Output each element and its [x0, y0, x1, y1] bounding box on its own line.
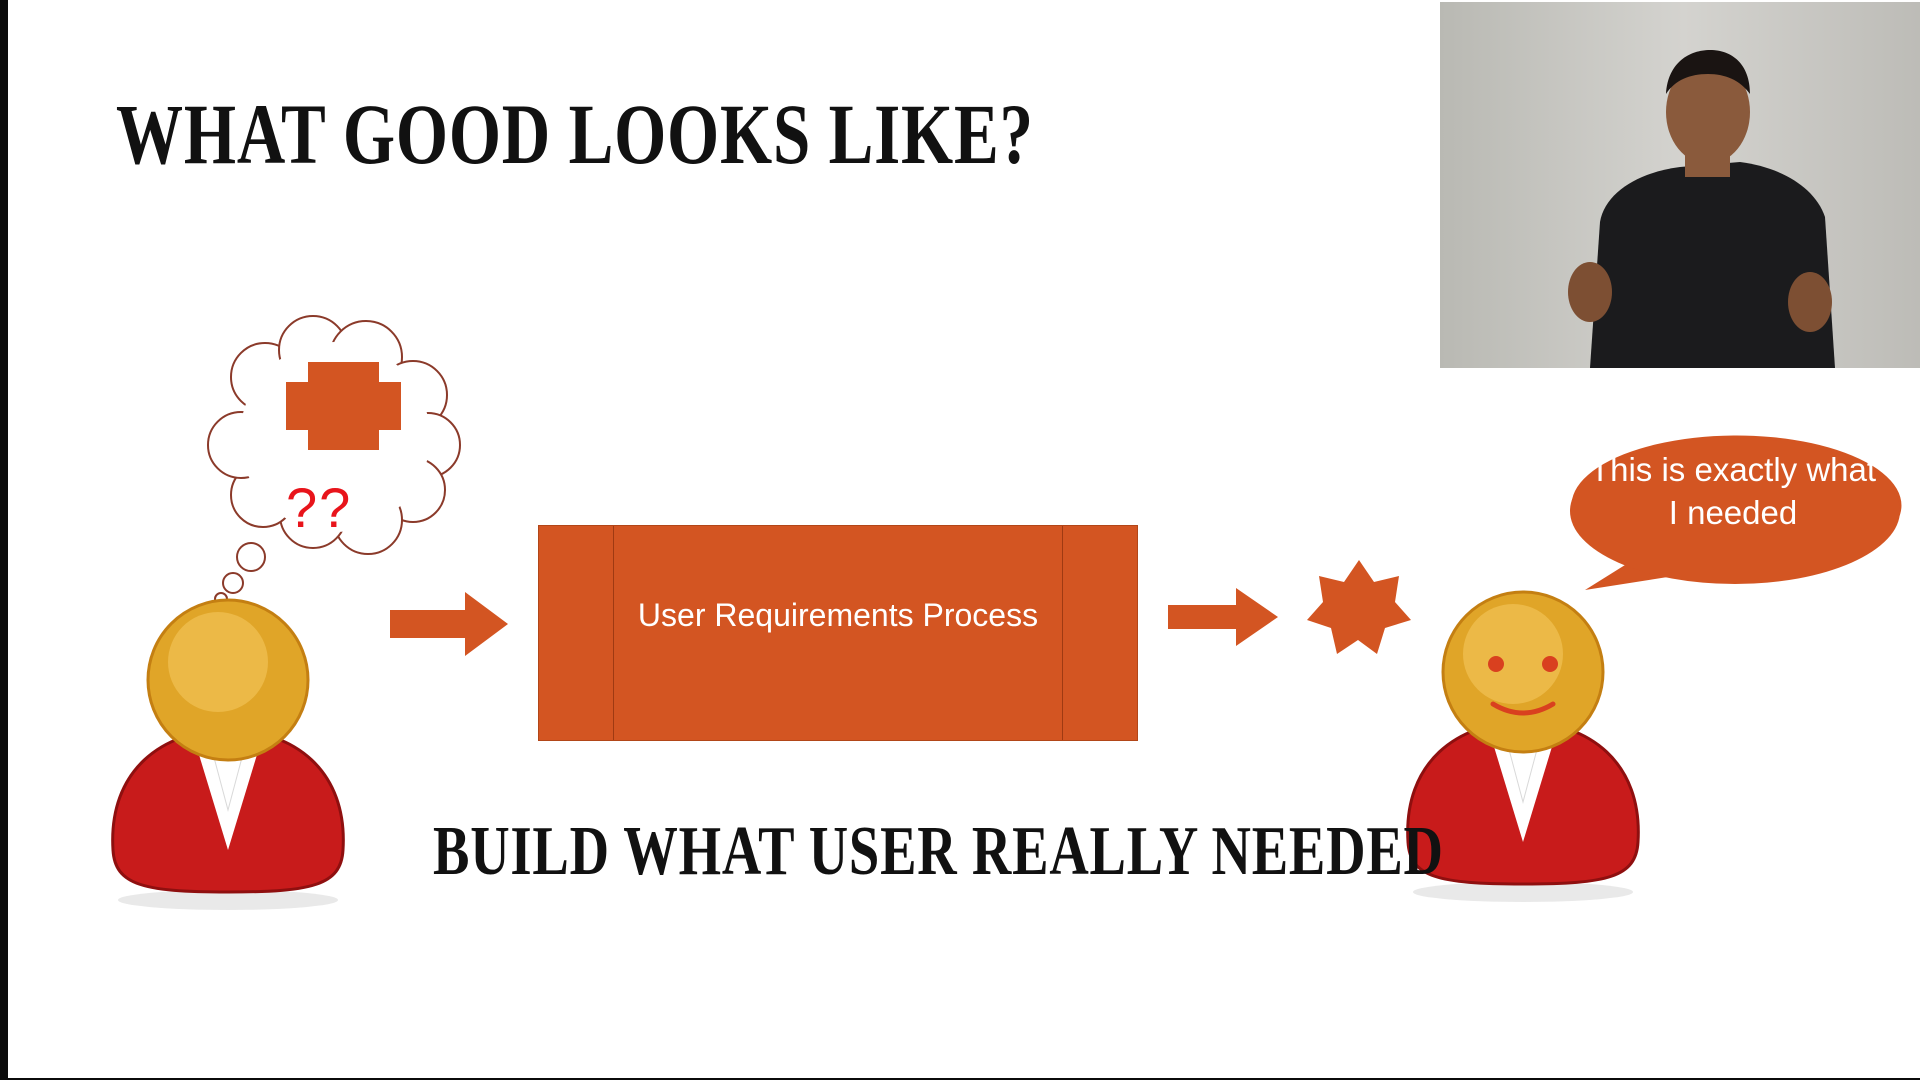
star-icon: [1307, 560, 1411, 654]
presentation-slide: WHAT GOOD LOOKS LIKE? ?? User Requiremen…: [8, 0, 1920, 1078]
slide-title: WHAT GOOD LOOKS LIKE?: [116, 86, 1034, 182]
slide-subtitle: BUILD WHAT USER REALLY NEEDED: [433, 813, 1444, 890]
presenter-figure: [1440, 2, 1920, 368]
arrow-right-icon: [1168, 588, 1278, 646]
process-box: User Requirements Process: [538, 525, 1138, 741]
process-label: User Requirements Process: [637, 597, 1039, 633]
arrow-right-icon: [390, 592, 508, 656]
user-icon: [111, 598, 345, 910]
thought-cloud-icon: [207, 315, 461, 606]
speech-text: This is exactly what I needed: [1589, 451, 1877, 531]
cross-icon: [286, 362, 401, 450]
presenter-webcam: [1440, 2, 1920, 368]
question-marks: ??: [286, 476, 353, 539]
